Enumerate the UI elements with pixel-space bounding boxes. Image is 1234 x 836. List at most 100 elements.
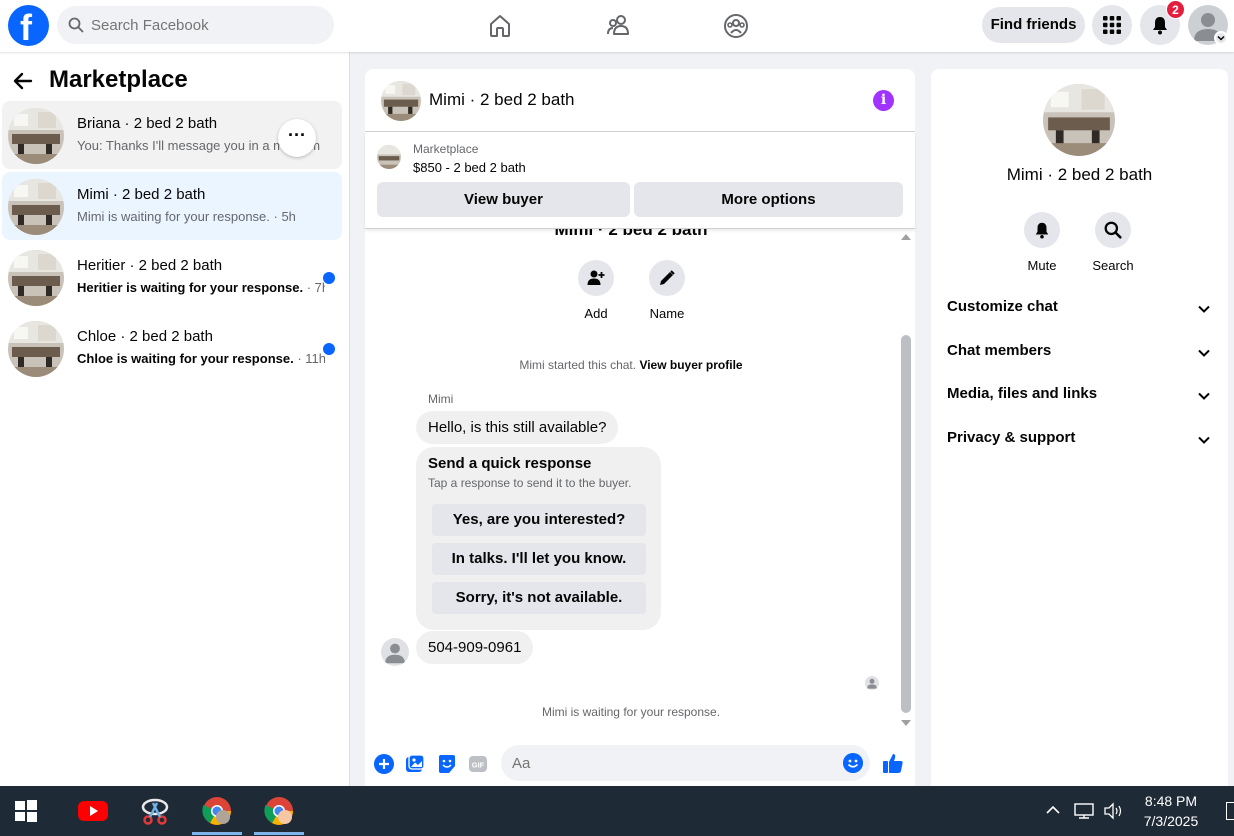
back-arrow-icon[interactable] [12,70,34,92]
snippet-text: Chloe is waiting for your response. [77,351,294,366]
chat-members-section[interactable]: Chat members [947,342,1217,366]
bell-icon [1035,222,1049,239]
listing-thumbnail[interactable] [377,145,401,169]
chat-scrollbar-thumb[interactable] [901,335,911,713]
details-avatar[interactable] [1043,84,1115,156]
groups-icon[interactable] [722,12,750,40]
chat-panel: Mimi · 2 bed 2 bath i Marketplace $850 -… [365,69,915,786]
sender-avatar[interactable] [381,638,409,666]
seen-receipt-avatar [865,676,879,690]
logo-letter: f [20,7,32,48]
listing-banner: Marketplace $850 - 2 bed 2 bath View buy… [365,132,915,229]
account-caret[interactable] [1214,31,1228,45]
active-window-indicator [254,832,304,835]
home-icon[interactable] [486,12,514,40]
mute-circle[interactable] [1024,212,1060,248]
conversation-name: Briana · 2 bed 2 bath [77,115,218,132]
scroll-up-arrow[interactable] [901,234,911,240]
name-label: Name [649,306,685,321]
sticker-icon[interactable] [437,754,457,774]
chat-details-panel: Mimi · 2 bed 2 bath Mute Search Customiz… [931,69,1228,786]
mute-action[interactable]: Mute [1012,212,1072,273]
search-icon [1104,221,1122,239]
windows-start-icon[interactable] [14,799,38,823]
like-icon[interactable] [882,752,904,774]
scroll-down-arrow[interactable] [901,720,911,726]
chat-avatar[interactable] [381,81,421,121]
details-name: Mimi · 2 bed 2 bath [1006,165,1153,184]
incoming-message[interactable]: 504-909-0961 [416,631,534,664]
grid-menu-icon [1103,16,1121,34]
media-files-links-section[interactable]: Media, files and links [947,385,1217,409]
chat-started-notice: Mimi started this chat. View buyer profi… [365,358,897,372]
plus-circle-icon[interactable] [374,754,394,774]
chat-header: Mimi · 2 bed 2 bath i [365,69,915,132]
incoming-message[interactable]: Hello, is this still available? [416,411,619,444]
chrome-icon[interactable] [201,795,233,827]
quick-response-card: Send a quick response Tap a response to … [416,447,661,630]
search-input[interactable] [91,6,321,44]
add-action[interactable]: Add [566,260,626,321]
snipping-tool-icon[interactable] [139,795,171,827]
chevron-down-icon [1198,305,1210,313]
search-circle[interactable] [1095,212,1131,248]
privacy-support-section[interactable]: Privacy & support [947,429,1217,453]
name-action-circle[interactable] [649,260,685,296]
friends-icon[interactable] [605,12,633,40]
unread-indicator [323,343,335,355]
facebook-logo[interactable]: f [8,5,49,46]
quick-response-option[interactable]: Yes, are you interested? [432,504,646,536]
network-icon[interactable] [1073,802,1095,820]
search-action[interactable]: Search [1083,212,1143,273]
snippet-text: Heritier is waiting for your response. [77,280,304,295]
listing-photo [8,108,64,164]
youtube-icon[interactable] [77,795,109,827]
conversation-name: Heritier · 2 bed 2 bath [77,257,223,274]
message-composer: GIF [365,734,915,786]
chevron-down-icon [1217,35,1225,41]
system-clock[interactable]: 8:48 PM 7/3/2025 [1132,791,1210,831]
chat-title[interactable]: Mimi · 2 bed 2 bath [429,90,575,110]
customize-chat-section[interactable]: Customize chat [947,298,1217,322]
page-title: Marketplace [49,66,188,93]
speaker-icon[interactable] [1103,802,1125,820]
unread-indicator [323,272,335,284]
notification-center-icon[interactable] [1226,802,1234,820]
view-buyer-button[interactable]: View buyer [377,182,630,217]
add-action-circle[interactable] [578,260,614,296]
conversation-item[interactable]: Briana · 2 bed 2 bath You: Thanks I'll m… [2,101,342,169]
section-label: Media, files and links [947,385,1098,402]
info-icon[interactable]: i [873,90,894,111]
message-input[interactable] [501,745,870,781]
quick-response-option[interactable]: In talks. I'll let you know. [432,543,646,575]
quick-response-option[interactable]: Sorry, it's not available. [432,582,646,614]
menu-button[interactable] [1092,5,1132,45]
conversation-item[interactable]: Chloe · 2 bed 2 bath Chloe is waiting fo… [2,314,342,382]
conversation-more-button[interactable]: ··· [278,119,316,157]
conversation-item[interactable]: Heritier · 2 bed 2 bath Heritier is wait… [2,243,342,311]
conversation-snippet: Chloe is waiting for your response. · 11… [77,351,325,366]
gif-icon[interactable]: GIF [468,754,488,774]
more-options-button[interactable]: More options [634,182,903,217]
section-label: Chat members [947,342,1052,359]
conversation-item[interactable]: Mimi · 2 bed 2 bath Mimi is waiting for … [2,172,342,240]
marketplace-inbox-sidebar: Marketplace Briana · 2 bed 2 bath You: T… [0,52,350,786]
chevron-down-icon [1198,392,1210,400]
name-action[interactable]: Name [637,260,697,321]
snippet-time: · 7h [306,280,325,295]
chevron-down-icon [1198,436,1210,444]
conversation-snippet: Mimi is waiting for your response. · 5h [77,209,296,224]
search-box[interactable] [57,6,334,44]
view-buyer-profile-link[interactable]: View buyer profile [639,358,742,372]
chevron-up-icon[interactable] [1045,802,1061,818]
emoji-icon[interactable] [843,753,863,773]
find-friends-button[interactable]: Find friends [982,7,1085,43]
thread-intro-title: Mimi · 2 bed 2 bath [554,229,708,239]
listing-photo [8,250,64,306]
search-icon [68,17,84,33]
clock-time: 8:48 PM [1144,793,1198,809]
snippet-text: You: Thanks I'll message you in a mo [77,138,292,153]
photo-icon[interactable] [405,754,425,774]
listing-price: $850 - 2 bed 2 bath [413,160,526,175]
chrome-profile-icon[interactable] [263,795,295,827]
